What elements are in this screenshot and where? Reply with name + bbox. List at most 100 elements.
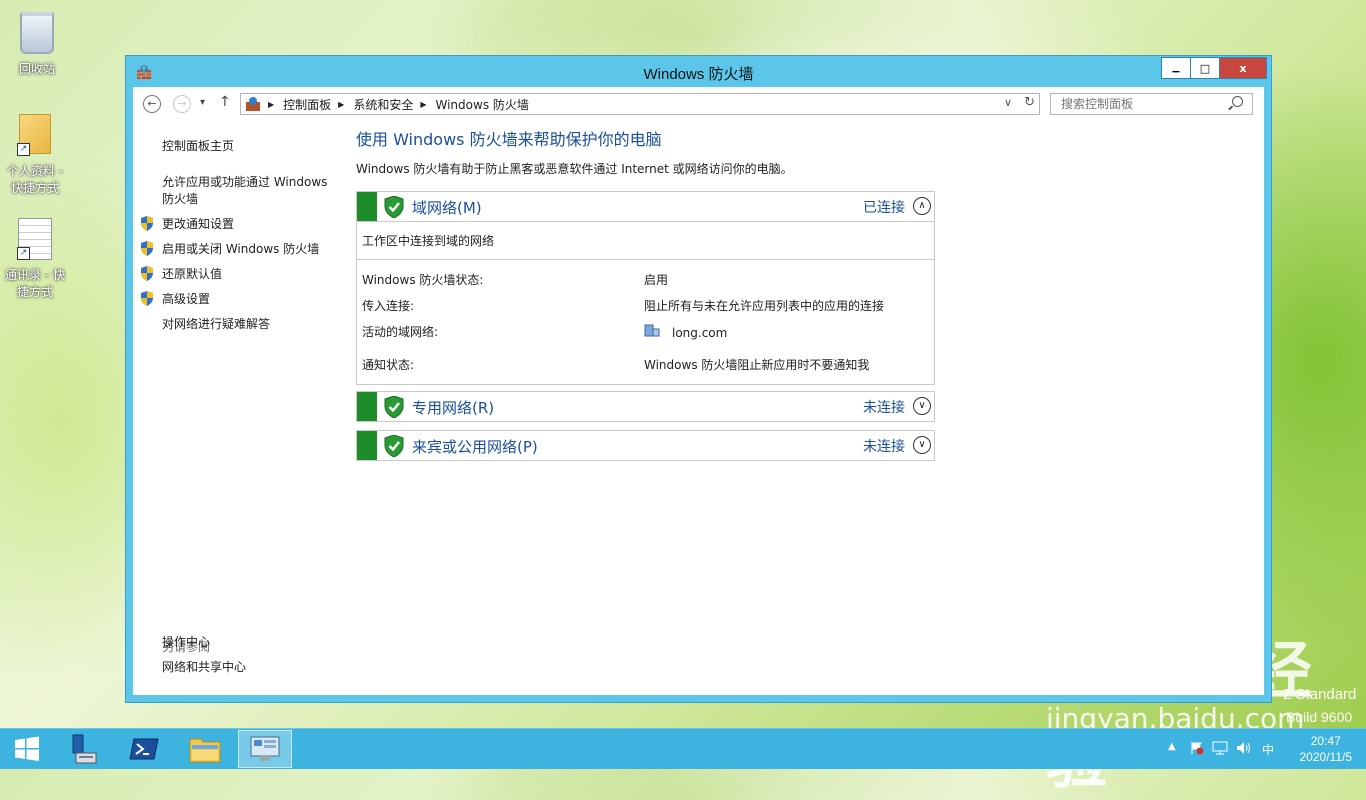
network-name: 专用网络(R)	[412, 399, 495, 417]
maximize-button[interactable]: □	[1190, 57, 1220, 79]
network-status: 未连接	[863, 439, 905, 455]
detail-label-active-domain: 活动的域网络:	[362, 325, 439, 339]
firewall-window: Windows 防火墙 ▁ □ x ← → ▾ ↑ ▶ 控制面板 ▶ 系统和安全…	[125, 55, 1272, 703]
taskbar-file-explorer[interactable]	[178, 730, 232, 768]
search-input[interactable]	[1050, 93, 1253, 115]
taskbar: ▲ 中 20:47 2020/11/5	[0, 728, 1366, 769]
network-name: 来宾或公用网络(P)	[412, 438, 538, 456]
network-icon[interactable]	[1212, 741, 1228, 755]
window-title: Windows 防火墙	[643, 66, 754, 83]
up-button[interactable]: ↑	[219, 94, 231, 110]
detail-value-notification: Windows 防火墙阻止新应用时不要通知我	[644, 358, 870, 372]
forward-arrow-icon: →	[177, 97, 187, 110]
window-client: ← → ▾ ↑ ▶ 控制面板 ▶ 系统和安全 ▶ Windows 防火墙 ∨ ↻	[133, 87, 1264, 695]
network-name: 域网络(M)	[412, 199, 482, 217]
desktop-icon-profile-shortcut[interactable]: ↗ 个人资料 - 快捷方式	[0, 112, 70, 196]
address-bar[interactable]: ▶ 控制面板 ▶ 系统和安全 ▶ Windows 防火墙 ∨ ↻	[240, 93, 1040, 115]
nav-restore-defaults[interactable]: 还原默认值	[162, 266, 222, 283]
text-document-icon: ↗	[15, 218, 55, 262]
green-check-shield-icon	[384, 396, 404, 418]
breadcrumb-system-security[interactable]: 系统和安全	[353, 96, 413, 113]
uac-shield-icon	[141, 291, 153, 306]
start-button[interactable]	[0, 730, 54, 768]
forward-button[interactable]: →	[173, 95, 191, 113]
ime-indicator[interactable]: 中	[1262, 741, 1274, 758]
network-panel-domain: 域网络(M) 已连接 ∧ 工作区中连接到域的网络 Windows 防火墙状态: …	[356, 191, 935, 385]
detail-label-incoming: 传入连接:	[362, 299, 415, 313]
search-icon[interactable]	[1232, 96, 1243, 107]
shortcut-arrow-icon: ↗	[17, 247, 30, 260]
desktop-icon-label: 通讯录 - 快捷方式	[5, 268, 65, 299]
desktop-icon-label: 回收站	[18, 62, 55, 76]
control-panel-icon	[250, 736, 280, 761]
nav-change-notification-settings[interactable]: 更改通知设置	[162, 216, 234, 233]
nav-network-sharing-center[interactable]: 网络和共享中心	[162, 659, 246, 676]
clock-time: 20:47	[1310, 734, 1341, 748]
taskbar-control-panel[interactable]	[238, 730, 292, 768]
detail-label-notification: 通知状态:	[362, 358, 415, 372]
expand-chevron-down-icon[interactable]: ∨	[913, 436, 931, 454]
green-check-shield-icon	[384, 435, 404, 457]
network-panel-private: 专用网络(R) 未连接 ∨	[356, 391, 935, 422]
network-status: 已连接	[863, 200, 905, 216]
show-hidden-icons-icon[interactable]: ▲	[1168, 741, 1176, 752]
clock[interactable]: 20:47 2020/11/5	[1300, 733, 1353, 765]
system-tray: ▲ 中 20:47 2020/11/5	[1166, 729, 1366, 769]
network-panel-header[interactable]: 来宾或公用网络(P) 未连接 ∨	[357, 431, 934, 460]
uac-shield-icon	[141, 241, 153, 256]
breadcrumb-windows-firewall[interactable]: Windows 防火墙	[436, 96, 529, 113]
page-description: Windows 防火墙有助于防止黑客或恶意软件通过 Internet 或网络访问…	[356, 162, 793, 176]
file-explorer-icon	[189, 738, 221, 763]
nav-advanced-settings[interactable]: 高级设置	[162, 291, 210, 308]
detail-label-firewall-state: Windows 防火墙状态:	[362, 273, 484, 287]
breadcrumb-separator-icon[interactable]: ▶	[338, 100, 344, 109]
navigation-bar: ← → ▾ ↑ ▶ 控制面板 ▶ 系统和安全 ▶ Windows 防火墙 ∨ ↻	[133, 87, 1264, 121]
nav-control-panel-home[interactable]: 控制面板主页	[162, 138, 234, 155]
recent-locations-dropdown[interactable]: ▾	[200, 97, 205, 108]
detail-value-firewall-state: 启用	[644, 273, 669, 287]
clock-date: 2020/11/5	[1299, 750, 1353, 764]
green-check-shield-icon	[384, 196, 404, 218]
back-button[interactable]: ←	[143, 95, 161, 113]
close-icon: x	[1239, 61, 1247, 75]
minimize-icon: ▁	[1172, 63, 1180, 73]
server-manager-icon	[72, 734, 97, 764]
nav-turn-firewall-on-off[interactable]: 启用或关闭 Windows 防火墙	[162, 241, 319, 258]
network-panel-header[interactable]: 域网络(M) 已连接 ∧	[357, 192, 934, 221]
close-button[interactable]: x	[1219, 57, 1267, 79]
breadcrumb-separator-icon[interactable]: ▶	[268, 100, 274, 109]
refresh-icon[interactable]: ↻	[1024, 96, 1035, 110]
address-dropdown-icon[interactable]: ∨	[1004, 96, 1012, 110]
desktop-icon-label: 个人资料 - 快捷方式	[6, 164, 64, 195]
expand-chevron-down-icon[interactable]: ∨	[913, 397, 931, 415]
volume-icon[interactable]	[1236, 741, 1252, 755]
recycle-bin-icon	[17, 12, 57, 56]
nav-troubleshoot-network[interactable]: 对网络进行疑难解答	[162, 316, 270, 333]
collapse-chevron-up-icon[interactable]: ∧	[913, 197, 931, 215]
detail-value-active-domain: long.com	[672, 326, 728, 340]
minimize-button[interactable]: ▁	[1161, 57, 1191, 79]
breadcrumb-control-panel[interactable]: 控制面板	[283, 96, 331, 113]
nav-action-center[interactable]: 操作中心	[162, 634, 210, 651]
desktop-icon-recycle-bin[interactable]: 回收站	[2, 8, 72, 77]
shortcut-arrow-icon: ↗	[17, 143, 30, 156]
desktop-icon-contacts-shortcut[interactable]: ↗ 通讯录 - 快捷方式	[0, 216, 70, 300]
taskbar-powershell[interactable]	[117, 730, 171, 768]
title-bar[interactable]: Windows 防火墙 ▁ □ x	[126, 56, 1271, 88]
taskbar-server-manager[interactable]	[54, 730, 108, 768]
network-subtitle: 工作区中连接到域的网络	[357, 221, 934, 259]
action-center-flag-icon[interactable]	[1190, 741, 1204, 755]
network-panel-header[interactable]: 专用网络(R) 未连接 ∨	[357, 392, 934, 421]
network-details: Windows 防火墙状态: 启用 传入连接: 阻止所有与未在允许应用列表中的应…	[357, 259, 934, 384]
network-panel-public: 来宾或公用网络(P) 未连接 ∨	[356, 430, 935, 461]
folder-icon: ↗	[15, 114, 55, 158]
status-green-bar	[357, 431, 377, 460]
detail-value-incoming: 阻止所有与未在允许应用列表中的应用的连接	[644, 299, 885, 313]
edition-text: 2 Standard	[1283, 686, 1357, 703]
nav-allow-app-through-firewall[interactable]: 允许应用或功能通过 Windows 防火墙	[162, 174, 337, 208]
back-arrow-icon: ←	[147, 97, 157, 110]
network-status: 未连接	[863, 400, 905, 416]
page-title: 使用 Windows 防火墙来帮助保护你的电脑	[356, 130, 662, 149]
uac-shield-icon	[141, 266, 153, 281]
breadcrumb-separator-icon[interactable]: ▶	[420, 100, 426, 109]
